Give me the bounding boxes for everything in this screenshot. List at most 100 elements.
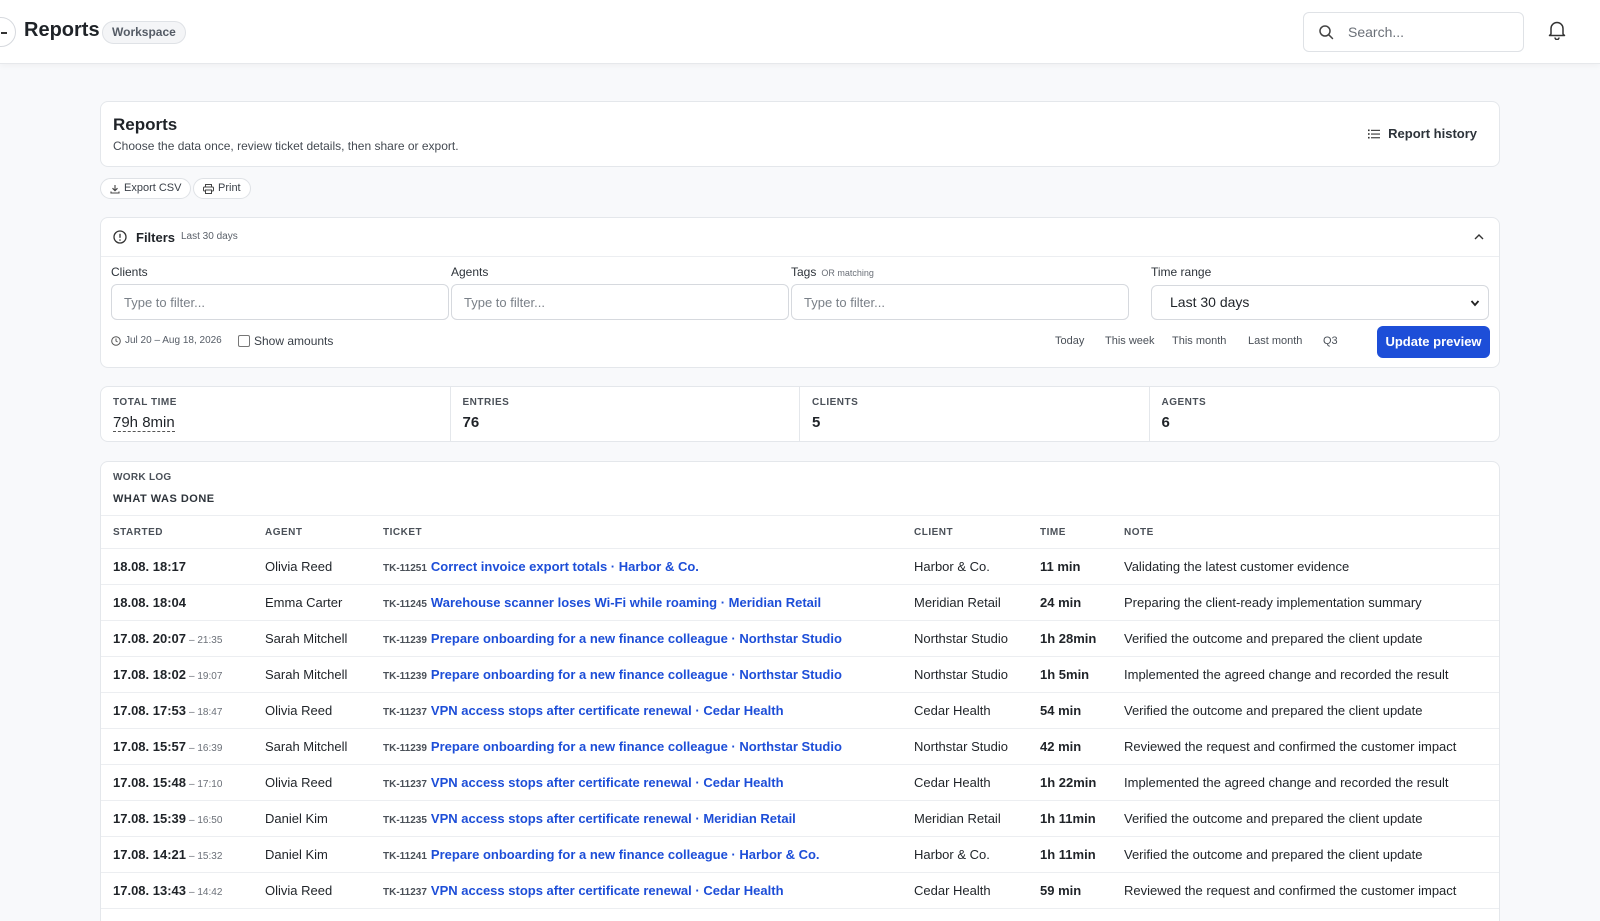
cell-client: Northstar Studio [902, 620, 1028, 657]
cell-ticket: TK-11237 VPN access stops after certifica… [371, 692, 902, 729]
ticket-link[interactable]: Prepare onboarding for a new finance col… [431, 847, 820, 862]
print-label: Print [218, 182, 241, 194]
cell-client: Meridian Retail [902, 800, 1028, 837]
cell-agent: Olivia Reed [253, 872, 371, 909]
started-time: 17.08. 18:02 [113, 667, 187, 682]
ticket-id: TK-11251 [383, 563, 427, 574]
agents-filter-input[interactable] [451, 284, 789, 320]
tags-label: Tags [791, 265, 817, 279]
work-log-kicker: WORK LOG [113, 472, 172, 483]
search-icon [1319, 25, 1334, 40]
print-button[interactable]: Print [193, 178, 251, 199]
filters-card: Filters Last 30 days Clients Agents Tags… [100, 217, 1500, 368]
stats-card: TOTAL TIME 79h 8min ENTRIES 76 CLIENTS 5… [100, 386, 1500, 442]
download-icon [110, 184, 120, 194]
ticket-link[interactable]: VPN access stops after certificate renew… [431, 883, 784, 898]
app-title: Reports [24, 19, 100, 41]
cell-time: 1h 28min [1028, 620, 1112, 657]
quick-range-this-week[interactable]: This week [1105, 335, 1155, 347]
search-box[interactable] [1303, 12, 1524, 52]
quick-range-q3[interactable]: Q3 [1323, 335, 1338, 347]
cell-time: 59 min [1028, 872, 1112, 909]
cell-ticket: TK-11235 VPN access stops after certifica… [371, 800, 902, 837]
ended-time: – 18:47 [189, 707, 223, 718]
search-input[interactable] [1348, 19, 1513, 45]
ticket-link[interactable]: Prepare onboarding for a new finance col… [431, 739, 842, 754]
top-bar: Reports Workspace [0, 0, 1600, 64]
started-time: 17.08. 17:53 [113, 703, 187, 718]
stat-value: 6 [1161, 414, 1170, 431]
ticket-link[interactable]: Correct invoice export totals · Harbor &… [431, 559, 699, 574]
table-row[interactable]: 17.08. 14:21– 15:32 Daniel Kim TK-11241 Pre… [101, 836, 1499, 873]
table-row[interactable]: 17.08. 17:53– 18:47 Olivia Reed TK-11237 VP… [101, 692, 1499, 729]
export-csv-button[interactable]: Export CSV [100, 178, 192, 199]
clients-filter-input[interactable] [111, 284, 449, 320]
work-log-title: WHAT WAS DONE [113, 493, 215, 505]
column-header-started[interactable]: STARTED [101, 515, 253, 549]
show-amounts-toggle[interactable]: Show amounts [238, 334, 333, 348]
column-header-ticket[interactable]: TICKET [371, 515, 902, 549]
started-time: 18.08. 18:17 [113, 559, 187, 574]
time-range-select[interactable]: Last 30 days [1151, 285, 1489, 320]
back-button[interactable] [0, 17, 16, 47]
work-log-table: STARTED AGENT TICKET CLIENT TIME NOTE 18… [101, 515, 1499, 909]
export-csv-label: Export CSV [124, 182, 182, 194]
info-circle-icon [113, 230, 127, 244]
work-log-card: WORK LOG WHAT WAS DONE STARTED AGENT TIC… [100, 461, 1500, 921]
stat-agents: AGENTS 6 [1150, 387, 1500, 441]
started-time: 17.08. 15:39 [113, 811, 187, 826]
cell-client: Harbor & Co. [902, 836, 1028, 873]
stat-value[interactable]: 79h 8min [113, 414, 175, 432]
cell-started: 17.08. 14:21– 15:32 [101, 836, 253, 873]
ticket-id: TK-11245 [383, 599, 427, 610]
quick-range-today[interactable]: Today [1055, 335, 1084, 347]
report-history-label: Report history [1388, 126, 1477, 141]
table-row[interactable]: 18.08. 18:04 Emma Carter TK-11245 Warehouse… [101, 584, 1499, 621]
column-header-time[interactable]: TIME [1028, 515, 1112, 549]
table-row[interactable]: 17.08. 15:48– 17:10 Olivia Reed TK-11237 VP… [101, 764, 1499, 801]
ticket-link[interactable]: VPN access stops after certificate renew… [431, 811, 796, 826]
update-preview-button[interactable]: Update preview [1377, 326, 1490, 358]
show-amounts-checkbox[interactable] [238, 335, 250, 347]
table-row[interactable]: 17.08. 13:43– 14:42 Olivia Reed TK-11237 VP… [101, 872, 1499, 909]
ticket-link[interactable]: Warehouse scanner loses Wi-Fi while roam… [431, 595, 821, 610]
tags-label-group: Tags OR matching [791, 265, 874, 279]
ticket-id: TK-11241 [383, 851, 427, 862]
stat-value: 5 [812, 414, 821, 431]
tags-filter-input[interactable] [791, 284, 1129, 320]
cell-client: Cedar Health [902, 692, 1028, 729]
report-history-button[interactable]: Report history [1368, 126, 1477, 141]
ticket-link[interactable]: Prepare onboarding for a new finance col… [431, 667, 842, 682]
tags-matching-hint: OR matching [821, 268, 874, 278]
quick-range-last-month[interactable]: Last month [1248, 335, 1302, 347]
cell-note: Verified the outcome and prepared the cl… [1112, 836, 1499, 873]
table-row[interactable]: 17.08. 15:39– 16:50 Daniel Kim TK-11235 VPN… [101, 800, 1499, 837]
table-row[interactable]: 17.08. 18:02– 19:07 Sarah Mitchell TK-1123… [101, 656, 1499, 693]
ticket-link[interactable]: VPN access stops after certificate renew… [431, 703, 784, 718]
cell-client: Northstar Studio [902, 728, 1028, 765]
cell-agent: Sarah Mitchell [253, 620, 371, 657]
stat-label: AGENTS [1161, 397, 1207, 408]
table-row[interactable]: 17.08. 20:07– 21:35 Sarah Mitchell TK-1123… [101, 620, 1499, 657]
cell-note: Verified the outcome and prepared the cl… [1112, 800, 1499, 837]
cell-ticket: TK-11239 Prepare onboarding for a new fin… [371, 620, 902, 657]
work-log-body: 18.08. 18:17 Olivia Reed TK-11251 Correct i… [101, 548, 1499, 909]
page-title: Reports [113, 115, 178, 134]
ended-time: – 16:39 [189, 743, 223, 754]
chevron-up-icon[interactable] [1473, 231, 1485, 243]
column-header-agent[interactable]: AGENT [253, 515, 371, 549]
column-header-note[interactable]: NOTE [1112, 515, 1499, 549]
quick-range-this-month[interactable]: This month [1172, 335, 1226, 347]
workspace-badge[interactable]: Workspace [102, 21, 186, 44]
bell-icon[interactable] [1548, 20, 1566, 40]
column-header-client[interactable]: CLIENT [902, 515, 1028, 549]
cell-started: 17.08. 15:48– 17:10 [101, 764, 253, 801]
time-range-value: Last 30 days [1170, 294, 1250, 310]
reports-header-card: Reports Choose the data once, review tic… [100, 101, 1500, 167]
filters-header[interactable]: Filters Last 30 days [101, 218, 1499, 257]
ticket-link[interactable]: VPN access stops after certificate renew… [431, 775, 784, 790]
stat-label: ENTRIES [462, 397, 510, 408]
ticket-link[interactable]: Prepare onboarding for a new finance col… [431, 631, 842, 646]
table-row[interactable]: 17.08. 15:57– 16:39 Sarah Mitchell TK-1123… [101, 728, 1499, 765]
table-row[interactable]: 18.08. 18:17 Olivia Reed TK-11251 Correct i… [101, 548, 1499, 585]
